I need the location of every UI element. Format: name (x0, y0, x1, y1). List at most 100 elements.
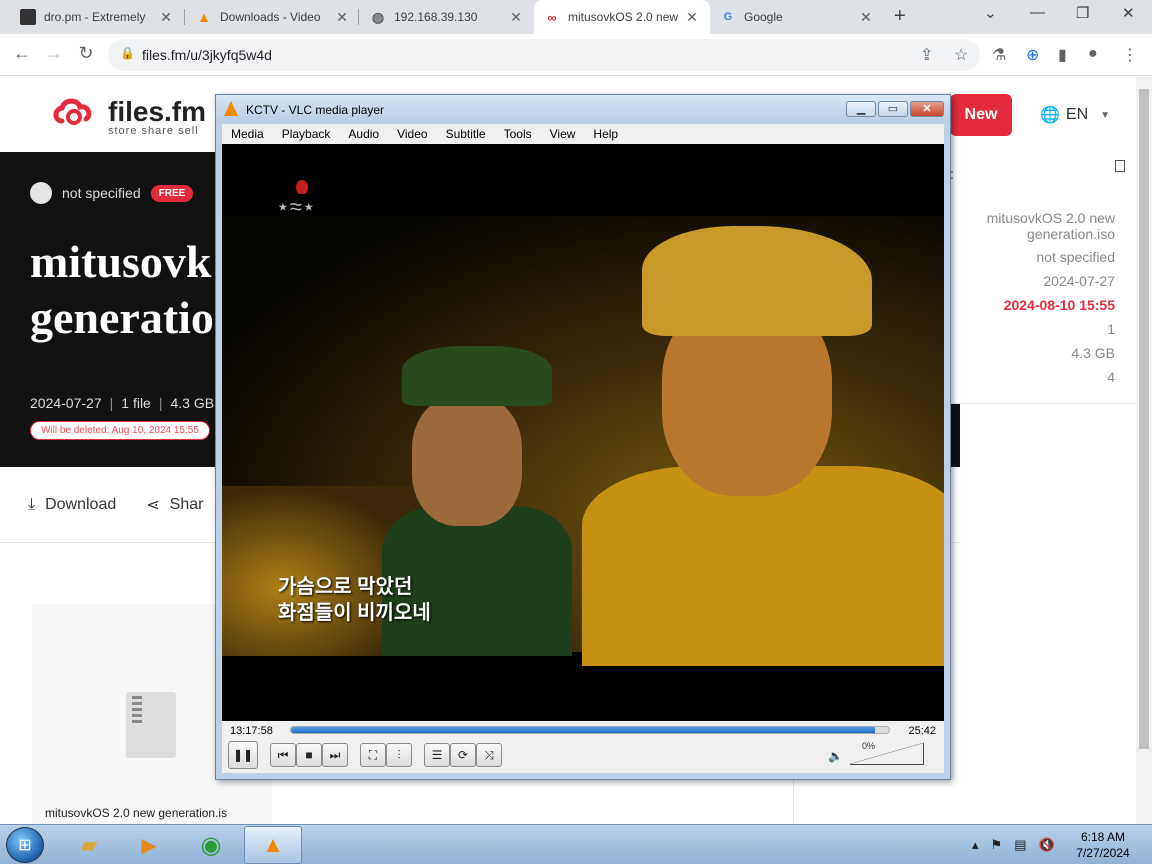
detail-downloads: 4 (1107, 369, 1115, 385)
stop-icon: ■ (305, 748, 313, 762)
close-window-icon[interactable]: ✕ (1122, 4, 1135, 22)
playlist-button[interactable]: ☰ (424, 743, 450, 767)
lock-icon: 🔒 (120, 46, 135, 60)
menu-video[interactable]: Video (388, 124, 436, 144)
language-label: EN (1065, 106, 1089, 123)
new-button[interactable]: New (950, 94, 1012, 136)
minimize-icon[interactable]: ▁ (846, 101, 876, 117)
show-hidden-icons-icon[interactable]: ▴ (972, 837, 979, 853)
file-size: 4.3 GB (170, 395, 215, 411)
start-button[interactable]: ⊞ (6, 827, 44, 863)
filesfm-logo[interactable]: files.fm store share sell (52, 95, 207, 137)
address-bar[interactable]: 🔒 files.fm/u/3jkyfq5w4d ⇪ ☆ (108, 39, 980, 71)
globe-icon: 🌐 (1040, 107, 1060, 124)
stop-button[interactable]: ■ (296, 743, 322, 767)
share-button[interactable]: ⋖ Shar (146, 495, 203, 515)
taskbar: ⊞ ▰ ▶ ◉ ▲ ▴ ⚑ ▤ 🔇 6:18 AM 7/27/2024 (0, 824, 1152, 864)
previous-button[interactable]: ⏮ (270, 743, 296, 767)
seek-progress (291, 727, 876, 733)
download-button[interactable]: ⤓ Download (28, 495, 116, 515)
vlc-controls: 13:17:58 25:42 ❚❚ ⏮ ■ ⏭ ⛶ ⫶ ☰ ⟳ ⤨ 🔈 0% (222, 721, 944, 773)
menu-tools[interactable]: Tools (495, 124, 541, 144)
close-tab-icon[interactable]: ✕ (508, 9, 524, 26)
brand-name: files.fm (108, 96, 207, 127)
close-tab-icon[interactable]: ✕ (158, 9, 174, 26)
menu-audio[interactable]: Audio (339, 124, 388, 144)
menu-help[interactable]: Help (584, 124, 627, 144)
shuffle-button[interactable]: ⤨ (476, 743, 502, 767)
tab-title: dro.pm - Extremely (44, 10, 146, 24)
loop-button[interactable]: ⟳ (450, 743, 476, 767)
profile-avatar-icon[interactable]: ● (1088, 45, 1098, 63)
scroll-thumb[interactable] (1139, 89, 1149, 749)
detail-size: 4.3 GB (1071, 345, 1115, 361)
detail-file-count: 1 (1107, 321, 1115, 337)
system-clock[interactable]: 6:18 AM 7/27/2024 (1066, 829, 1140, 861)
chevron-down-icon: ▼ (1100, 109, 1111, 121)
taskbar-chrome[interactable]: ◉ (182, 826, 240, 864)
new-tab-button[interactable]: + (894, 5, 906, 28)
taskbar-media-player[interactable]: ▶ (120, 826, 178, 864)
download-label: Download (45, 496, 117, 513)
pause-button[interactable]: ❚❚ (228, 741, 258, 769)
extended-settings-button[interactable]: ⫶ (386, 743, 412, 767)
share-icon[interactable]: ⇪ (920, 45, 933, 65)
tab-downloads[interactable]: ▲ Downloads - Video ✕ (186, 0, 360, 34)
loop-icon: ⟳ (457, 748, 469, 762)
close-tab-icon[interactable]: ✕ (858, 9, 874, 26)
tab-dro[interactable]: dro.pm - Extremely ✕ (10, 0, 184, 34)
maximize-icon[interactable]: ▭ (878, 101, 908, 117)
close-tab-icon[interactable]: ✕ (334, 9, 350, 26)
copy-icon[interactable] (1115, 160, 1125, 172)
volume-slider[interactable]: 0% (850, 741, 924, 767)
menu-media[interactable]: Media (222, 124, 273, 144)
browser-toolbar: ← → ↻ 🔒 files.fm/u/3jkyfq5w4d ⇪ ☆ ⚗ ⊕ ▮ … (0, 34, 1152, 76)
file-meta: 2024-07-27 | 1 file | 4.3 GB (30, 395, 214, 411)
next-button[interactable]: ⏭ (322, 743, 348, 767)
menu-kebab-icon[interactable]: ⋮ (1122, 45, 1138, 65)
page-scrollbar[interactable] (1136, 77, 1152, 824)
tab-google[interactable]: G Google ✕ (710, 0, 884, 34)
tab-filesfm[interactable]: ∞ mitusovkOS 2.0 new ✕ (534, 0, 710, 34)
file-name[interactable]: mitusovkOS 2.0 new generation.is (45, 806, 227, 820)
back-icon[interactable]: ← (10, 43, 34, 64)
video-area[interactable]: ⋆≈⋆ 가슴으로 막았던 화점들이 비끼오네 (222, 144, 944, 721)
tab-ip[interactable]: ◍ 192.168.39.130 ✕ (360, 0, 534, 34)
speaker-icon[interactable]: 🔈 (828, 749, 843, 763)
remaining-time[interactable]: 25:42 (908, 725, 936, 737)
vlc-cone-icon: ▲ (262, 832, 284, 857)
taskbar-vlc[interactable]: ▲ (244, 826, 302, 864)
url-text[interactable]: files.fm/u/3jkyfq5w4d (142, 47, 272, 63)
restore-icon[interactable]: ❐ (1076, 4, 1089, 22)
forward-icon[interactable]: → (42, 43, 66, 64)
fullscreen-button[interactable]: ⛶ (360, 743, 386, 767)
network-icon[interactable]: ▤ (1014, 837, 1026, 853)
close-tab-icon[interactable]: ✕ (684, 9, 700, 26)
menu-view[interactable]: View (541, 124, 585, 144)
volume-muted-icon[interactable]: 🔇 (1038, 837, 1054, 853)
system-tray: ▴ ⚑ ▤ 🔇 (972, 837, 1055, 853)
equalizer-icon: ⫶ (397, 747, 401, 762)
media-player-icon: ▶ (141, 834, 157, 857)
video-subtitle-line2: 화점들이 비끼오네 (278, 602, 431, 624)
side-panel-icon[interactable]: ▮ (1058, 45, 1067, 65)
reload-icon[interactable]: ↻ (74, 43, 98, 64)
elapsed-time[interactable]: 13:17:58 (230, 725, 273, 737)
vlc-cone-icon (224, 101, 238, 116)
minimize-icon[interactable]: — (1030, 4, 1045, 21)
bookmark-star-icon[interactable]: ☆ (954, 45, 968, 65)
extensions-flask-icon[interactable]: ⚗ (992, 45, 1006, 65)
menu-subtitle[interactable]: Subtitle (437, 124, 495, 144)
vlc-titlebar[interactable]: KCTV - VLC media player ▁ ▭ ✕ (216, 95, 950, 123)
download-icon[interactable]: ⊕ (1026, 45, 1039, 65)
vlc-cone-icon: ▲ (197, 9, 211, 25)
seek-bar[interactable] (290, 726, 890, 734)
close-icon[interactable]: ✕ (910, 101, 944, 117)
taskbar-explorer[interactable]: ▰ (60, 826, 118, 864)
owner-name[interactable]: not specified (62, 185, 141, 201)
tab-search-icon[interactable]: ⌄ (984, 4, 997, 22)
action-center-flag-icon[interactable]: ⚑ (991, 837, 1003, 853)
menu-playback[interactable]: Playback (273, 124, 340, 144)
language-selector[interactable]: 🌐 EN ▼ (1040, 105, 1110, 125)
playlist-icon: ☰ (431, 748, 443, 762)
